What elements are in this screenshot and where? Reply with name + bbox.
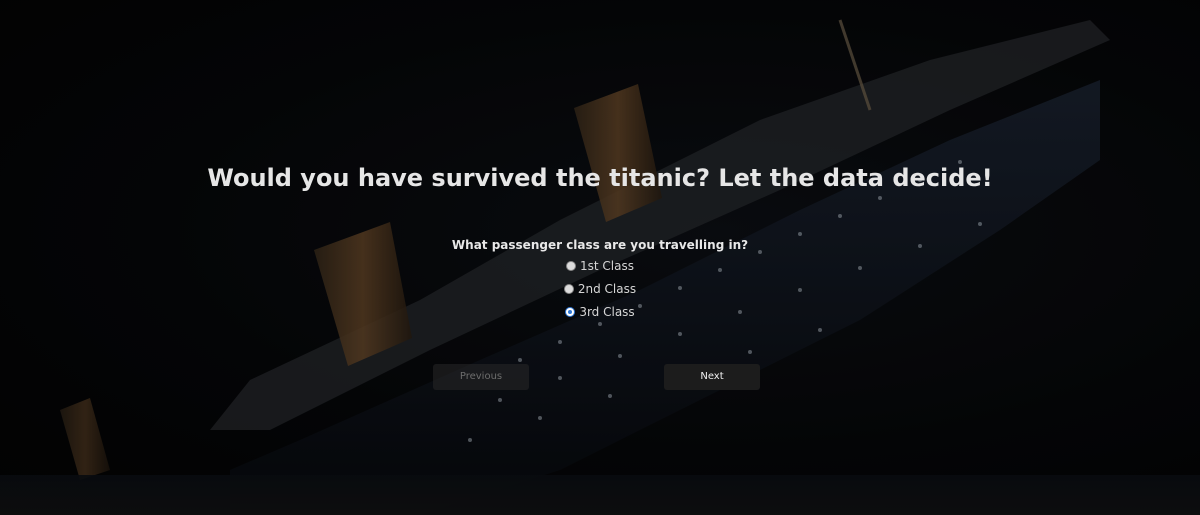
option-label-1st-class: 1st Class <box>580 258 634 273</box>
radio-button-2nd-class[interactable] <box>563 283 574 294</box>
radio-button-1st-class[interactable] <box>566 260 576 271</box>
option-label-2nd-class: 2nd Class <box>577 281 637 296</box>
option-label-3rd-class: 3rd Class <box>579 304 635 319</box>
option-2nd-class[interactable]: 2nd Class <box>563 280 637 297</box>
radio-button-3rd-class[interactable] <box>565 306 576 317</box>
question-label: What passenger class are you travelling … <box>451 238 749 252</box>
page: Would you have survived the titanic? Let… <box>0 0 1200 515</box>
question-form: What passenger class are you travelling … <box>0 238 1200 320</box>
option-3rd-class[interactable]: 3rd Class <box>565 303 635 320</box>
previous-button[interactable]: Previous <box>433 364 529 390</box>
next-button[interactable]: Next <box>664 364 760 390</box>
class-options: 1st Class 2nd Class 3rd Class <box>0 257 1200 320</box>
page-title: Would you have survived the titanic? Let… <box>207 164 993 192</box>
option-1st-class[interactable]: 1st Class <box>566 257 634 274</box>
